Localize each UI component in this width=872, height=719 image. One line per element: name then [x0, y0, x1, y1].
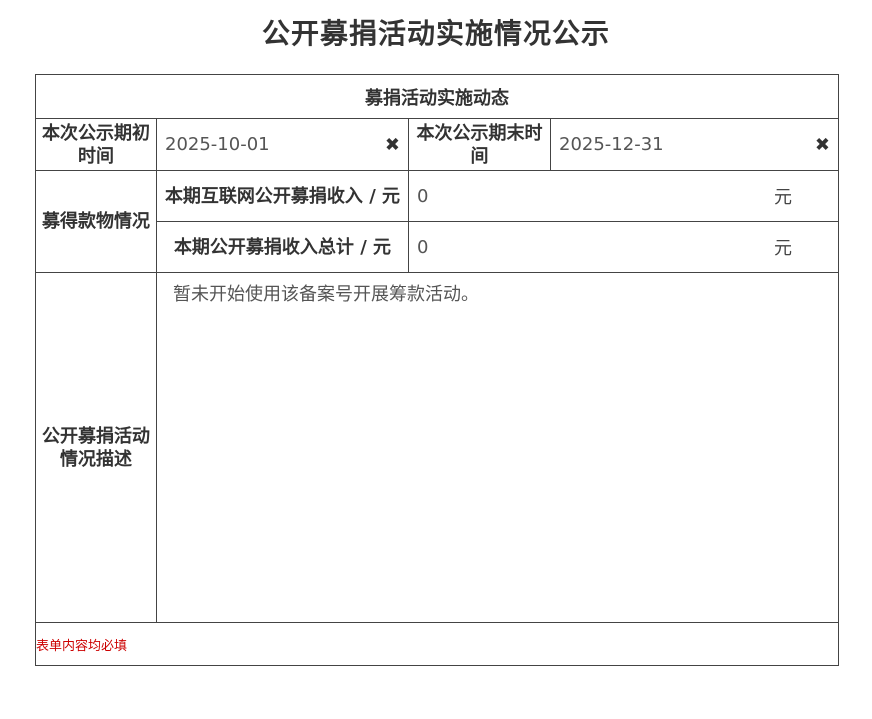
description-field[interactable]: 暂未开始使用该备案号开展筹款活动。 — [156, 272, 839, 623]
required-note: 表单内容均必填 — [36, 638, 128, 654]
period-start-field[interactable]: 2025-10-01 ✖ — [156, 118, 409, 171]
required-note-cell: 表单内容均必填 — [35, 622, 839, 666]
period-end-label: 本次公示期末时间 — [408, 118, 551, 171]
internet-income-label: 本期互联网公开募捐收入 / 元 — [156, 170, 409, 222]
period-start-value[interactable]: 2025-10-01 — [157, 134, 270, 155]
total-income-label: 本期公开募捐收入总计 / 元 — [156, 221, 409, 273]
income-group-label: 募得款物情况 — [35, 170, 157, 273]
form-table: 募捐活动实施动态 本次公示期初时间 2025-10-01 ✖ 本次公示期末时间 … — [35, 74, 839, 666]
description-value[interactable]: 暂未开始使用该备案号开展筹款活动。 — [157, 273, 838, 307]
total-income-value[interactable]: 0 — [409, 237, 428, 258]
period-end-value[interactable]: 2025-12-31 — [551, 134, 664, 155]
close-icon[interactable]: ✖ — [385, 134, 400, 155]
internet-income-unit: 元 — [774, 187, 792, 208]
period-start-label: 本次公示期初时间 — [35, 118, 157, 171]
total-income-field[interactable]: 0 元 — [408, 221, 839, 273]
total-income-unit: 元 — [774, 238, 792, 259]
period-end-field[interactable]: 2025-12-31 ✖ — [550, 118, 839, 171]
section-title: 募捐活动实施动态 — [35, 74, 839, 119]
description-label: 公开募捐活动情况描述 — [35, 272, 157, 623]
internet-income-field[interactable]: 0 元 — [408, 170, 839, 222]
page-title: 公开募捐活动实施情况公示 — [261, 17, 610, 50]
internet-income-value[interactable]: 0 — [409, 186, 428, 207]
close-icon[interactable]: ✖ — [815, 134, 830, 155]
